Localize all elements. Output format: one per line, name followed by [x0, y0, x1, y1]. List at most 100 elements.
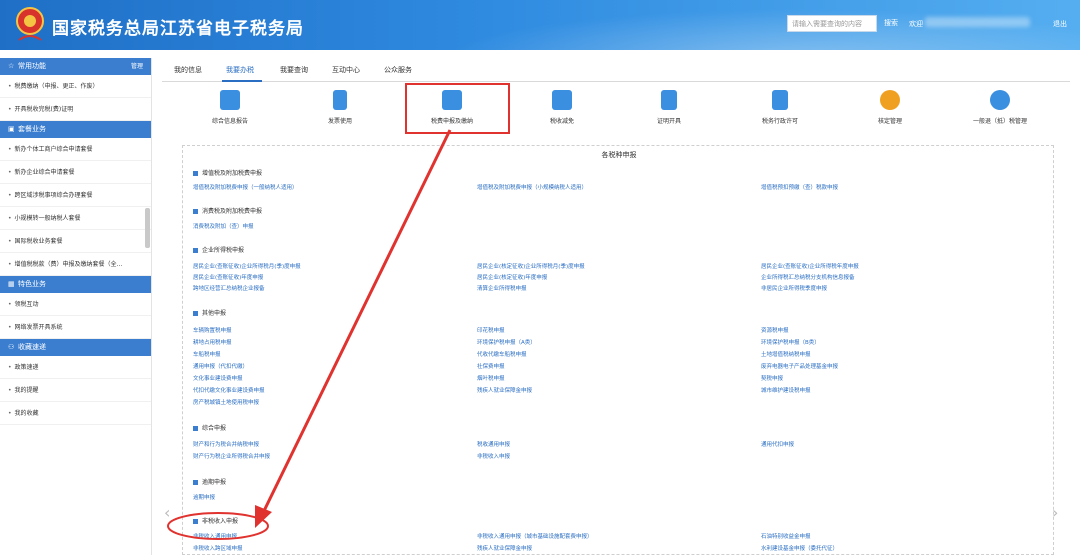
link-comprehensive[interactable]: 财产行为税企业所得税合并申报 [193, 452, 270, 460]
sidebar-item[interactable]: 新办个体工商户综合申请套餐 [0, 138, 151, 161]
link-nontax-general[interactable]: 非税收入通用申报 [193, 532, 237, 540]
welcome-text: 欢迎 [909, 20, 923, 28]
sidebar-scrollbar[interactable] [145, 208, 150, 248]
site-title: 国家税务总局江苏省电子税务局 [52, 19, 304, 39]
sidebar-item[interactable]: 增值税税款（费）申报及缴纳套餐（全... [0, 253, 151, 276]
highlight-box [405, 83, 510, 134]
func-assessment[interactable]: 核定管理 [855, 90, 925, 125]
link-cit[interactable]: 居民企业(核定征收)企业所得税月(季)度申报 [477, 262, 585, 270]
link-comprehensive[interactable]: 非税收入申报 [477, 452, 510, 460]
link-other[interactable]: 城市维护建设税申报 [761, 386, 811, 394]
search-button[interactable]: 搜索 [880, 15, 902, 32]
link-other[interactable]: 车船税申报 [193, 350, 221, 358]
sidebar-section-favorites[interactable]: ⚇ 收藏速递 [0, 339, 151, 356]
func-license[interactable]: 税务行政许可 [745, 90, 815, 125]
link-cit[interactable]: 居民企业(核定征收)年度申报 [477, 273, 547, 281]
group-comprehensive: 综合申报 [193, 423, 226, 432]
link-cit[interactable]: 非居民企业所得税季度申报 [761, 284, 827, 292]
link-vat-prepay[interactable]: 增值税预扣预缴（查）税款申报 [761, 183, 838, 191]
sidebar-section-common[interactable]: ☆ 常用功能 管理 [0, 58, 151, 75]
group-consumption: 消费税及附加税费申报 [193, 206, 262, 215]
link-other[interactable]: 资源税申报 [761, 326, 789, 334]
link-nontax[interactable]: 水利建设基金申报（委托代征） [761, 544, 838, 552]
link-nontax[interactable]: 非税收入跨区域申报 [193, 544, 243, 552]
sidebar-section-featured[interactable]: ▦ 特色业务 [0, 276, 151, 293]
func-report[interactable]: 综合信息报告 [195, 90, 265, 125]
link-other[interactable]: 契税申报 [761, 374, 783, 382]
sidebar-section-packages[interactable]: ▣ 套餐业务 [0, 121, 151, 138]
chart-icon [552, 90, 572, 110]
link-other[interactable]: 通用申报（代扣代缴） [193, 362, 248, 370]
func-refund[interactable]: 一般退（抵）税管理 [965, 90, 1035, 125]
group-other: 其他申报 [193, 308, 226, 317]
link-other[interactable]: 文化事业建设费申报 [193, 374, 243, 382]
link-other[interactable]: 社保费申报 [477, 362, 505, 370]
report-icon [220, 90, 240, 110]
link-other[interactable]: 印花税申报 [477, 326, 505, 334]
sidebar-item[interactable]: 领税互动 [0, 293, 151, 316]
shield-icon [880, 90, 900, 110]
func-tax-relief[interactable]: 税收减免 [527, 90, 597, 125]
link-cit[interactable]: 清算企业所得税申报 [477, 284, 527, 292]
tab-tax-handling[interactable]: 我要办税 [226, 65, 254, 75]
group-overdue: 逾期申报 [193, 477, 226, 486]
link-nontax[interactable]: 非税收入通用申报（城市基础设施配套费申报） [477, 532, 593, 540]
func-invoice[interactable]: 发票使用 [305, 90, 375, 125]
tab-query[interactable]: 我要查询 [280, 65, 308, 75]
link-other[interactable]: 耕地占用税申报 [193, 338, 232, 346]
link-cit[interactable]: 居民企业(查账征收)企业所得税年度申报 [761, 262, 859, 270]
license-icon [772, 90, 788, 110]
sidebar-item[interactable]: 开具税收完税(费)证明 [0, 98, 151, 121]
tab-my-info[interactable]: 我的信息 [174, 65, 202, 75]
link-other[interactable]: 土地增值税纳税申报 [761, 350, 811, 358]
chevron-left-icon[interactable]: ‹ [164, 503, 170, 522]
sidebar-item[interactable]: 我的收藏 [0, 402, 151, 425]
main-content: 我的信息 我要办税 我要查询 互动中心 公众服务 综合信息报告 发票使用 税费申… [162, 58, 1070, 555]
link-other[interactable]: 环境保护税申报（A类） [477, 338, 536, 346]
sidebar-item[interactable]: 跨区域涉税事项综合办理套餐 [0, 184, 151, 207]
sidebar-item[interactable]: 网络发票开具系统 [0, 316, 151, 339]
link-overdue[interactable]: 逾期申报 [193, 493, 215, 501]
sidebar-item[interactable]: 政策速递 [0, 356, 151, 379]
chevron-right-icon[interactable]: › [1052, 503, 1058, 522]
certificate-icon [661, 90, 677, 110]
top-banner: 国家税务总局江苏省电子税务局 请输入需要查询的内容 搜索 欢迎 退出 [0, 0, 1080, 50]
link-other[interactable]: 环境保护税申报（B类） [761, 338, 820, 346]
link-cit[interactable]: 居民企业(查账征收)企业所得税月(季)度申报 [193, 262, 301, 270]
sidebar-item[interactable]: 税费缴纳（申报、更正、作废） [0, 75, 151, 98]
link-cit[interactable]: 居民企业(查账征收)年度申报 [193, 273, 263, 281]
link-nontax[interactable]: 石油特别收益金申报 [761, 532, 811, 540]
link-other[interactable]: 代收代缴车船税申报 [477, 350, 527, 358]
link-other[interactable]: 残疾人就业保障金申报 [477, 386, 532, 394]
link-other[interactable]: 代扣代缴文化事业建设费申报 [193, 386, 265, 394]
sidebar-item[interactable]: 新办企业综合申请套餐 [0, 161, 151, 184]
link-other[interactable]: 烟叶税申报 [477, 374, 505, 382]
link-comprehensive[interactable]: 通用代扣申报 [761, 440, 794, 448]
group-nontax: 非税收入申报 [193, 516, 238, 525]
tab-interaction[interactable]: 互动中心 [332, 65, 360, 75]
link-other[interactable]: 车辆购置税申报 [193, 326, 232, 334]
sidebar-item[interactable]: 我的提醒 [0, 379, 151, 402]
link-cit[interactable]: 企业所得税汇总纳税分支机构信息报备 [761, 273, 855, 281]
logout-link[interactable]: 退出 [1053, 19, 1067, 29]
sidebar-item[interactable]: 国际税收业务套餐 [0, 230, 151, 253]
manage-link[interactable]: 管理 [131, 58, 143, 75]
search-input[interactable]: 请输入需要查询的内容 [787, 15, 877, 32]
link-vat-general[interactable]: 增值税及附加税费申报（一般纳税人适用） [193, 183, 298, 191]
link-vat-small[interactable]: 增值税及附加税费申报（小规模纳税人适用） [477, 183, 587, 191]
link-other[interactable]: 废弃电器电子产品处理基金申报 [761, 362, 838, 370]
link-comprehensive[interactable]: 税收通用申报 [477, 440, 510, 448]
link-cit[interactable]: 跨地区经营汇总纳税企业报备 [193, 284, 265, 292]
func-certificate[interactable]: 证明开具 [634, 90, 704, 125]
link-nontax[interactable]: 残疾人就业保障金申报 [477, 544, 532, 552]
national-emblem-icon [16, 7, 44, 41]
link-other[interactable]: 房产税城镇土地使用税申报 [193, 398, 259, 406]
link-consumption[interactable]: 消费税及附加（查）申报 [193, 222, 254, 230]
sidebar-item[interactable]: 小规模转一般纳税人套餐 [0, 207, 151, 230]
link-comprehensive[interactable]: 财产和行为税合并纳税申报 [193, 440, 259, 448]
network-icon [990, 90, 1010, 110]
star-icon: ☆ [8, 62, 15, 70]
user-name-redacted [925, 17, 1030, 27]
tab-public-service[interactable]: 公众服务 [384, 65, 412, 75]
group-cit: 企业所得税申报 [193, 245, 244, 254]
